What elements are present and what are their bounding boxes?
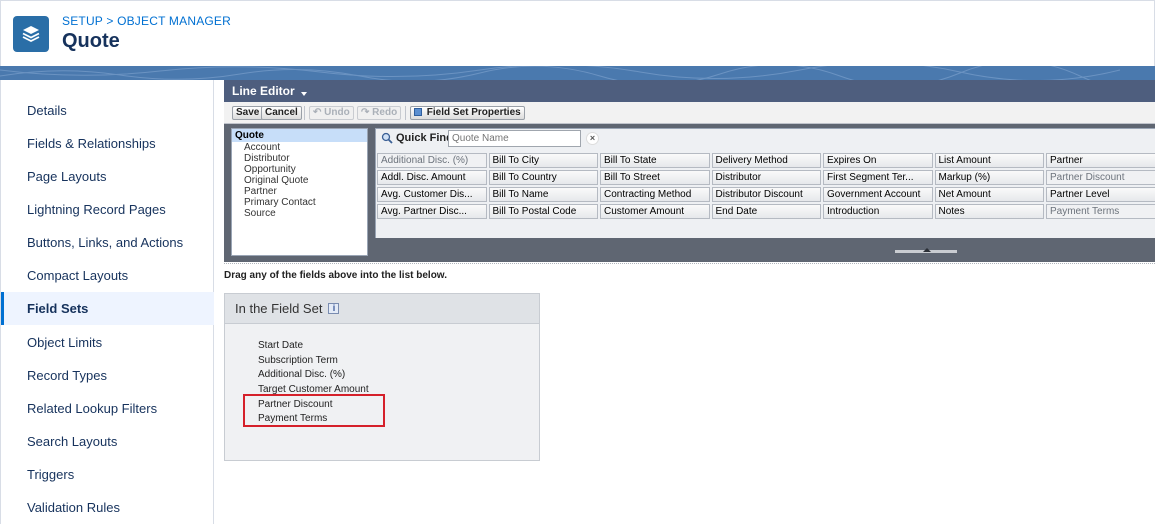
caret-up-icon	[923, 248, 931, 252]
field-item[interactable]: Notes	[934, 204, 1044, 219]
layers-icon	[13, 16, 49, 52]
sidebar: Details Fields & Relationships Page Layo…	[0, 80, 214, 524]
page-title: Quote	[62, 30, 120, 52]
field-item[interactable]: Government Account	[823, 187, 933, 202]
object-list-item[interactable]: Opportunity	[232, 164, 367, 175]
object-list-item[interactable]: Account	[232, 142, 367, 153]
object-list-item-selected[interactable]: Quote	[232, 129, 367, 142]
resize-strip	[375, 238, 1155, 260]
field-set-item[interactable]: Subscription Term	[258, 354, 369, 369]
sidebar-item-fields-relationships[interactable]: Fields & Relationships	[1, 127, 214, 160]
line-editor-toolbar: Save Cancel ↶ Undo ↷ Redo Field Set Prop…	[224, 102, 1155, 124]
field-item[interactable]: Bill To Postal Code	[488, 204, 598, 219]
sidebar-item-related-lookup-filters[interactable]: Related Lookup Filters	[1, 392, 214, 425]
field-item[interactable]: Delivery Method	[711, 153, 821, 168]
object-list-item[interactable]: Original Quote	[232, 175, 367, 186]
sidebar-item-details[interactable]: Details	[1, 94, 214, 127]
quick-find-text: Quick Find	[396, 132, 453, 144]
field-set-item[interactable]: Start Date	[258, 339, 369, 354]
object-list-item[interactable]: Source	[232, 208, 367, 219]
chevron-down-icon	[301, 92, 308, 96]
divider	[224, 263, 1155, 264]
object-list-item[interactable]: Distributor	[232, 153, 367, 164]
highlight-box	[243, 394, 385, 427]
field-item[interactable]: Bill To Country	[488, 170, 598, 185]
line-editor: Line Editor Save Cancel ↶ Undo ↷ Redo Fi…	[224, 80, 1155, 262]
quick-find-label: Quick Find	[381, 132, 453, 144]
sidebar-item-search-layouts[interactable]: Search Layouts	[1, 425, 214, 458]
field-item[interactable]: Customer Amount	[600, 204, 710, 219]
redo-button[interactable]: ↷ Redo	[357, 106, 402, 120]
field-item[interactable]: Contracting Method	[600, 187, 710, 202]
field-item[interactable]: First Segment Ter...	[823, 170, 933, 185]
cancel-button[interactable]: Cancel	[261, 106, 302, 120]
field-item[interactable]: Avg. Partner Disc...	[377, 204, 487, 219]
field-item[interactable]: Partner Level	[1046, 187, 1155, 202]
field-set-item[interactable]: Additional Disc. (%)	[258, 368, 369, 383]
field-set-properties-button[interactable]: Field Set Properties	[410, 106, 525, 120]
field-item[interactable]: Distributor	[711, 170, 821, 185]
object-list: Quote Account Distributor Opportunity Or…	[231, 128, 368, 256]
sidebar-item-page-layouts[interactable]: Page Layouts	[1, 160, 214, 193]
field-item[interactable]: Distributor Discount	[711, 187, 821, 202]
field-item[interactable]: Bill To City	[488, 153, 598, 168]
search-icon	[381, 132, 393, 144]
field-item[interactable]: Introduction	[823, 204, 933, 219]
field-item[interactable]: Addl. Disc. Amount	[377, 170, 487, 185]
field-item[interactable]: Bill To Name	[488, 187, 598, 202]
object-list-item[interactable]: Partner	[232, 186, 367, 197]
fields-panel: Quick Find × Additional Disc. (%) Addl. D…	[375, 128, 1155, 238]
field-item[interactable]: List Amount	[934, 153, 1044, 168]
instruction-text: Drag any of the fields above into the li…	[224, 270, 447, 281]
undo-label: Undo	[324, 107, 350, 118]
info-icon[interactable]: i	[328, 303, 340, 314]
redo-icon: ↷	[361, 107, 370, 118]
field-item[interactable]: Markup (%)	[934, 170, 1044, 185]
clear-icon[interactable]: ×	[586, 132, 599, 145]
sidebar-item-lightning-record-pages[interactable]: Lightning Record Pages	[1, 193, 214, 226]
field-item[interactable]: Bill To Street	[600, 170, 710, 185]
field-item[interactable]: Bill To State	[600, 153, 710, 168]
sidebar-item-object-limits[interactable]: Object Limits	[1, 326, 214, 359]
toolbar-separator	[304, 106, 305, 120]
line-editor-title-text: Line Editor	[232, 84, 295, 98]
quick-find-input[interactable]	[448, 130, 581, 147]
field-item[interactable]: Avg. Customer Dis...	[377, 187, 487, 202]
object-list-item[interactable]: Primary Contact	[232, 197, 367, 208]
sidebar-item-compact-layouts[interactable]: Compact Layouts	[1, 259, 214, 292]
toolbar-separator	[405, 106, 406, 120]
field-item[interactable]: Additional Disc. (%)	[377, 153, 487, 168]
sidebar-item-field-sets[interactable]: Field Sets	[1, 292, 214, 325]
field-item[interactable]: Net Amount	[934, 187, 1044, 202]
redo-label: Redo	[372, 107, 398, 118]
sidebar-item-validation-rules[interactable]: Validation Rules	[1, 491, 214, 524]
page-header: SETUP > OBJECT MANAGER Quote	[0, 0, 1155, 66]
sidebar-item-triggers[interactable]: Triggers	[1, 458, 214, 491]
save-button[interactable]: Save	[232, 106, 264, 120]
field-item[interactable]: Payment Terms	[1046, 204, 1155, 219]
field-item[interactable]: Partner Discount	[1046, 170, 1155, 185]
field-set-title: In the Field Set	[235, 301, 323, 316]
field-set-properties-label: Field Set Properties	[426, 107, 521, 118]
field-item[interactable]: Expires On	[823, 153, 933, 168]
field-item[interactable]: Partner	[1046, 153, 1155, 168]
field-item[interactable]: End Date	[711, 204, 821, 219]
sidebar-item-record-types[interactable]: Record Types	[1, 359, 214, 392]
field-set-header: In the Field Set i	[225, 294, 539, 324]
field-set-panel: In the Field Set i Start Date Subscripti…	[224, 293, 540, 461]
properties-icon	[414, 108, 422, 116]
undo-icon: ↶	[313, 107, 322, 118]
header-banner	[0, 66, 1155, 80]
line-editor-title[interactable]: Line Editor	[224, 80, 1155, 102]
breadcrumb[interactable]: SETUP > OBJECT MANAGER	[62, 14, 231, 28]
sidebar-item-buttons-links-actions[interactable]: Buttons, Links, and Actions	[1, 226, 214, 259]
undo-button[interactable]: ↶ Undo	[309, 106, 354, 120]
